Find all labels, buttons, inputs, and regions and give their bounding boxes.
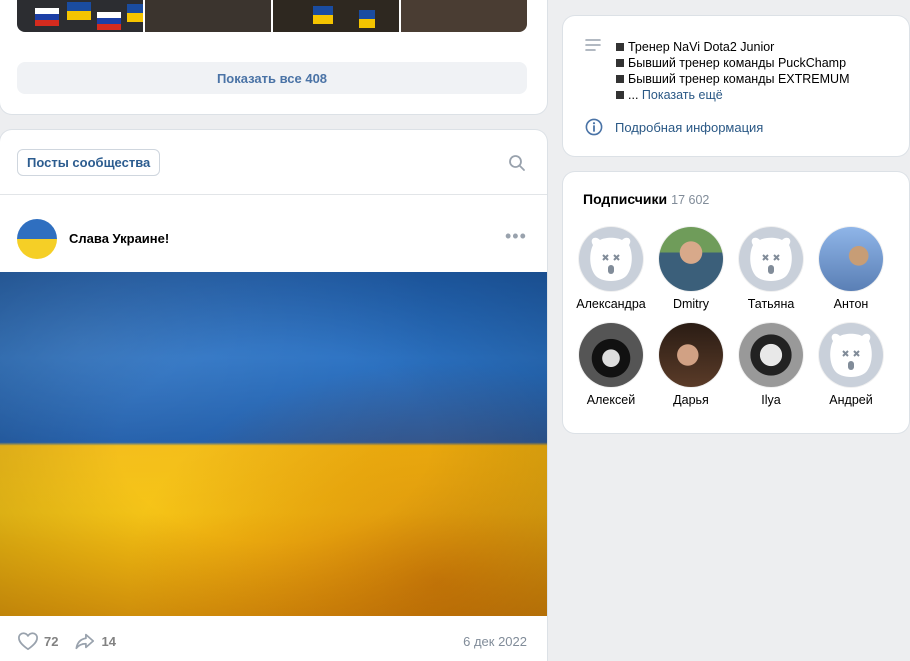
share-button[interactable]: 14 [74,631,116,651]
heart-icon [18,632,38,651]
photo-thumbnail[interactable] [273,0,399,32]
bullet-square-icon [616,59,624,67]
dog-placeholder-icon [819,323,883,387]
followers-grid: Александра Dmitry Татьяна Антон Алексей [571,227,901,407]
follower-name: Дарья [673,393,709,407]
follower-avatar [659,227,723,291]
search-icon[interactable] [508,154,526,172]
info-item: Тренер NaVi Dota2 Junior [616,39,850,55]
flag-image [359,10,375,28]
follower-name: Dmitry [672,297,710,311]
like-button[interactable]: 72 [17,631,58,651]
follower-name: Алексей [586,393,636,407]
details-label: Подробная информация [615,119,764,135]
follower-name: Татьяна [747,297,795,311]
flag-image [35,8,59,26]
share-arrow-icon [75,633,95,650]
photos-card: Показать все 408 [0,0,547,114]
follower-avatar [819,227,883,291]
follower-avatar [739,323,803,387]
post-author-name[interactable]: Слава Украине! [69,231,169,246]
share-count: 14 [101,633,116,649]
follower-item[interactable]: Dmitry [651,227,731,311]
dog-placeholder-icon [579,227,643,291]
divider [0,194,547,195]
post-date[interactable]: 6 дек 2022 [463,634,527,649]
info-card: Тренер NaVi Dota2 Junior Бывший тренер к… [563,16,909,156]
photo-strip [17,0,527,32]
flag-image [313,6,333,24]
photo-thumbnail[interactable] [17,0,143,32]
follower-avatar [579,323,643,387]
bullet-square-icon [616,75,624,83]
followers-header[interactable]: Подписчики 17 602 [583,191,709,207]
post-author-avatar[interactable] [17,219,57,259]
follower-name: Антон [833,297,869,311]
dog-placeholder-icon [739,227,803,291]
post-footer: 72 14 6 дек 2022 [17,630,527,652]
photo-thumbnail[interactable] [401,0,527,32]
follower-name: Александра [576,297,646,311]
show-all-photos-button[interactable]: Показать все 408 [17,62,527,94]
follower-item[interactable]: Алексей [571,323,651,407]
tab-community-posts[interactable]: Посты сообщества [17,149,161,176]
follower-item[interactable]: Антон [811,227,891,311]
info-item: ... Показать ещё [616,87,850,103]
show-more-link[interactable]: Показать ещё [642,88,723,102]
followers-count: 17 602 [671,193,710,207]
followers-title: Подписчики [583,191,668,207]
follower-item[interactable]: Андрей [811,323,891,407]
posts-card: Посты сообщества Слава Украине! ••• 72 1… [0,130,547,661]
more-options-icon[interactable]: ••• [505,227,526,247]
follower-item[interactable]: Татьяна [731,227,811,311]
like-count: 72 [44,633,59,649]
follower-name: Андрей [829,393,873,407]
flag-image [67,2,91,20]
follower-item[interactable]: Александра [571,227,651,311]
details-link[interactable]: Подробная информация [585,118,763,136]
info-description-list: Тренер NaVi Dota2 Junior Бывший тренер к… [616,39,850,103]
follower-avatar [659,323,723,387]
info-item: Бывший тренер команды EXTREMUM [616,71,850,87]
photo-thumbnail[interactable] [145,0,271,32]
info-item: Бывший тренер команды PuckChamp [616,55,850,71]
follower-name: Ilya [761,393,781,407]
follower-item[interactable]: Дарья [651,323,731,407]
flag-image [127,4,143,22]
bullet-square-icon [616,91,624,99]
follower-item[interactable]: Ilya [731,323,811,407]
info-icon [585,118,603,136]
followers-card: Подписчики 17 602 Александра Dmitry Тать… [563,172,909,433]
bullet-square-icon [616,43,624,51]
description-lines-icon [585,39,601,51]
post-image-ukrainian-flag[interactable] [0,272,547,616]
flag-image [97,12,121,30]
